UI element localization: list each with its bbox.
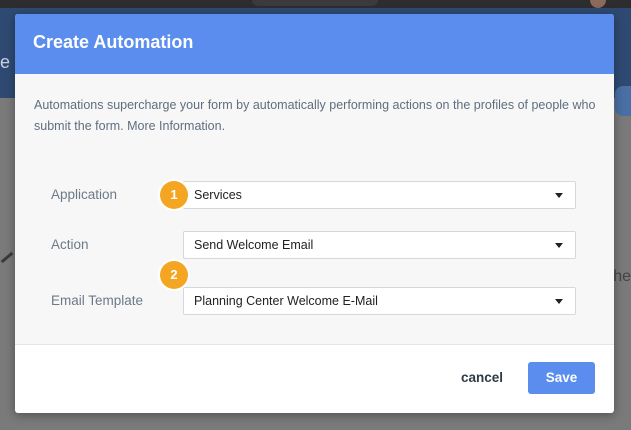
step-badge-2: 2 [160, 261, 188, 289]
caret-down-icon [555, 299, 563, 304]
action-label: Action [51, 237, 89, 252]
create-automation-modal: Create Automation Automations supercharg… [15, 14, 614, 413]
step-badge-1: 1 [160, 181, 188, 209]
caret-down-icon [555, 193, 563, 198]
save-button[interactable]: Save [528, 362, 595, 394]
background-text-fragment: e [0, 52, 11, 72]
caret-down-icon [555, 243, 563, 248]
email-template-select[interactable]: Planning Center Welcome E-Mail [183, 287, 576, 315]
footer-divider [15, 344, 614, 345]
application-select-value: Services [194, 188, 242, 202]
background-topbar [0, 0, 631, 8]
action-select-value: Send Welcome Email [194, 238, 314, 252]
application-label: Application [51, 187, 118, 202]
background-search-pill [252, 0, 378, 6]
email-template-label: Email Template [51, 293, 144, 308]
email-template-select-value: Planning Center Welcome E-Mail [194, 294, 378, 308]
action-select[interactable]: Send Welcome Email [183, 231, 576, 259]
background-text-fragment-right: he [613, 268, 631, 285]
background-stroke-fragment [0, 251, 14, 264]
application-select[interactable]: Services [183, 181, 576, 209]
background-bubble [615, 86, 631, 116]
intro-text: Automations supercharge your form by aut… [34, 98, 596, 133]
modal-body: Automations supercharge your form by aut… [15, 74, 614, 344]
cancel-button[interactable]: cancel [461, 370, 503, 385]
modal-title: Create Automation [33, 32, 194, 52]
avatar [590, 0, 606, 8]
modal-header: Create Automation [15, 14, 614, 74]
